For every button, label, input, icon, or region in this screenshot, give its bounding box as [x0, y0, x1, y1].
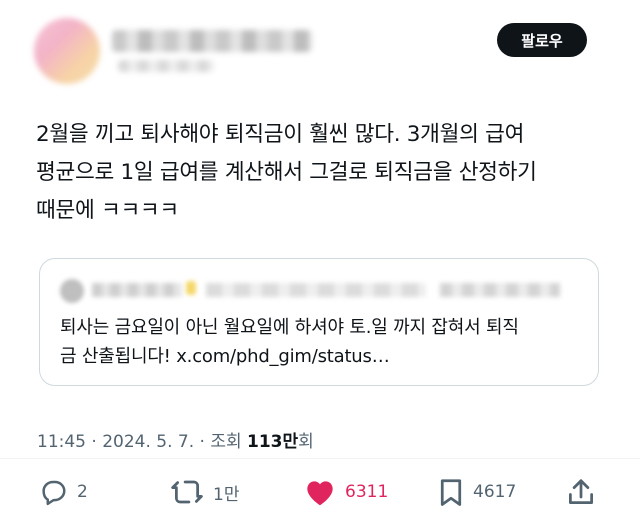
tweet-meta: 11:45 · 2024. 5. 7. · 조회 113만회 — [37, 427, 314, 452]
like-button[interactable]: 6311 — [304, 476, 388, 508]
heart-icon — [307, 481, 333, 506]
quoted-tweet-text: 퇴사는 금요일이 아닌 월요일에 하셔야 토.일 까지 잡혀서 퇴직 금 산출됩… — [60, 313, 580, 371]
blurred-display-name[interactable] — [112, 30, 312, 52]
avatar[interactable] — [34, 18, 100, 84]
quoted-avatar — [60, 279, 84, 303]
reply-count: 2 — [77, 482, 88, 502]
tweet-text-line: 때문에 ㅋㅋㅋㅋ — [36, 198, 179, 223]
bookmark-button[interactable]: 4617 — [438, 476, 516, 508]
retweet-button[interactable]: 1만 — [170, 476, 239, 508]
tweet-text-line: 2월을 끼고 퇴사해야 퇴직금이 훨씬 많다. 3개월의 급여 — [36, 122, 525, 147]
blurred-handle[interactable] — [118, 60, 214, 72]
retweet-icon — [171, 480, 203, 504]
bookmark-count: 4617 — [473, 482, 517, 502]
timestamp-date[interactable]: 11:45 · 2024. 5. 7. · 조회 — [37, 432, 247, 452]
divider — [0, 458, 640, 459]
view-count-suffix: 회 — [298, 432, 314, 452]
tweet-text: 2월을 끼고 퇴사해야 퇴직금이 훨씬 많다. 3개월의 급여 평균으로 1일 … — [36, 116, 616, 230]
quoted-blurred-handle — [206, 283, 426, 297]
bookmark-icon — [440, 479, 462, 506]
quoted-text-line: 금 산출됩니다! x.com/phd_gim/status… — [60, 346, 390, 367]
share-icon — [569, 479, 593, 504]
quoted-blurred-name — [92, 283, 182, 297]
reply-button[interactable]: 2 — [38, 476, 88, 508]
tweet-text-line: 평균으로 1일 급여를 계산해서 그걸로 퇴직금을 산정하기 — [36, 160, 537, 185]
like-count: 6311 — [345, 482, 389, 502]
quoted-text-line: 퇴사는 금요일이 아닌 월요일에 하셔야 토.일 까지 잡혀서 퇴직 — [60, 317, 519, 338]
follow-button[interactable]: 팔로우 — [497, 23, 587, 57]
share-button[interactable] — [566, 476, 596, 508]
quoted-badge-icon — [186, 281, 196, 295]
quoted-blurred-time — [440, 283, 560, 297]
quoted-tweet[interactable]: 퇴사는 금요일이 아닌 월요일에 하셔야 토.일 까지 잡혀서 퇴직 금 산출됩… — [39, 258, 599, 386]
reply-icon — [42, 480, 66, 506]
retweet-count: 1만 — [213, 484, 240, 505]
view-count: 113만 — [247, 432, 299, 452]
